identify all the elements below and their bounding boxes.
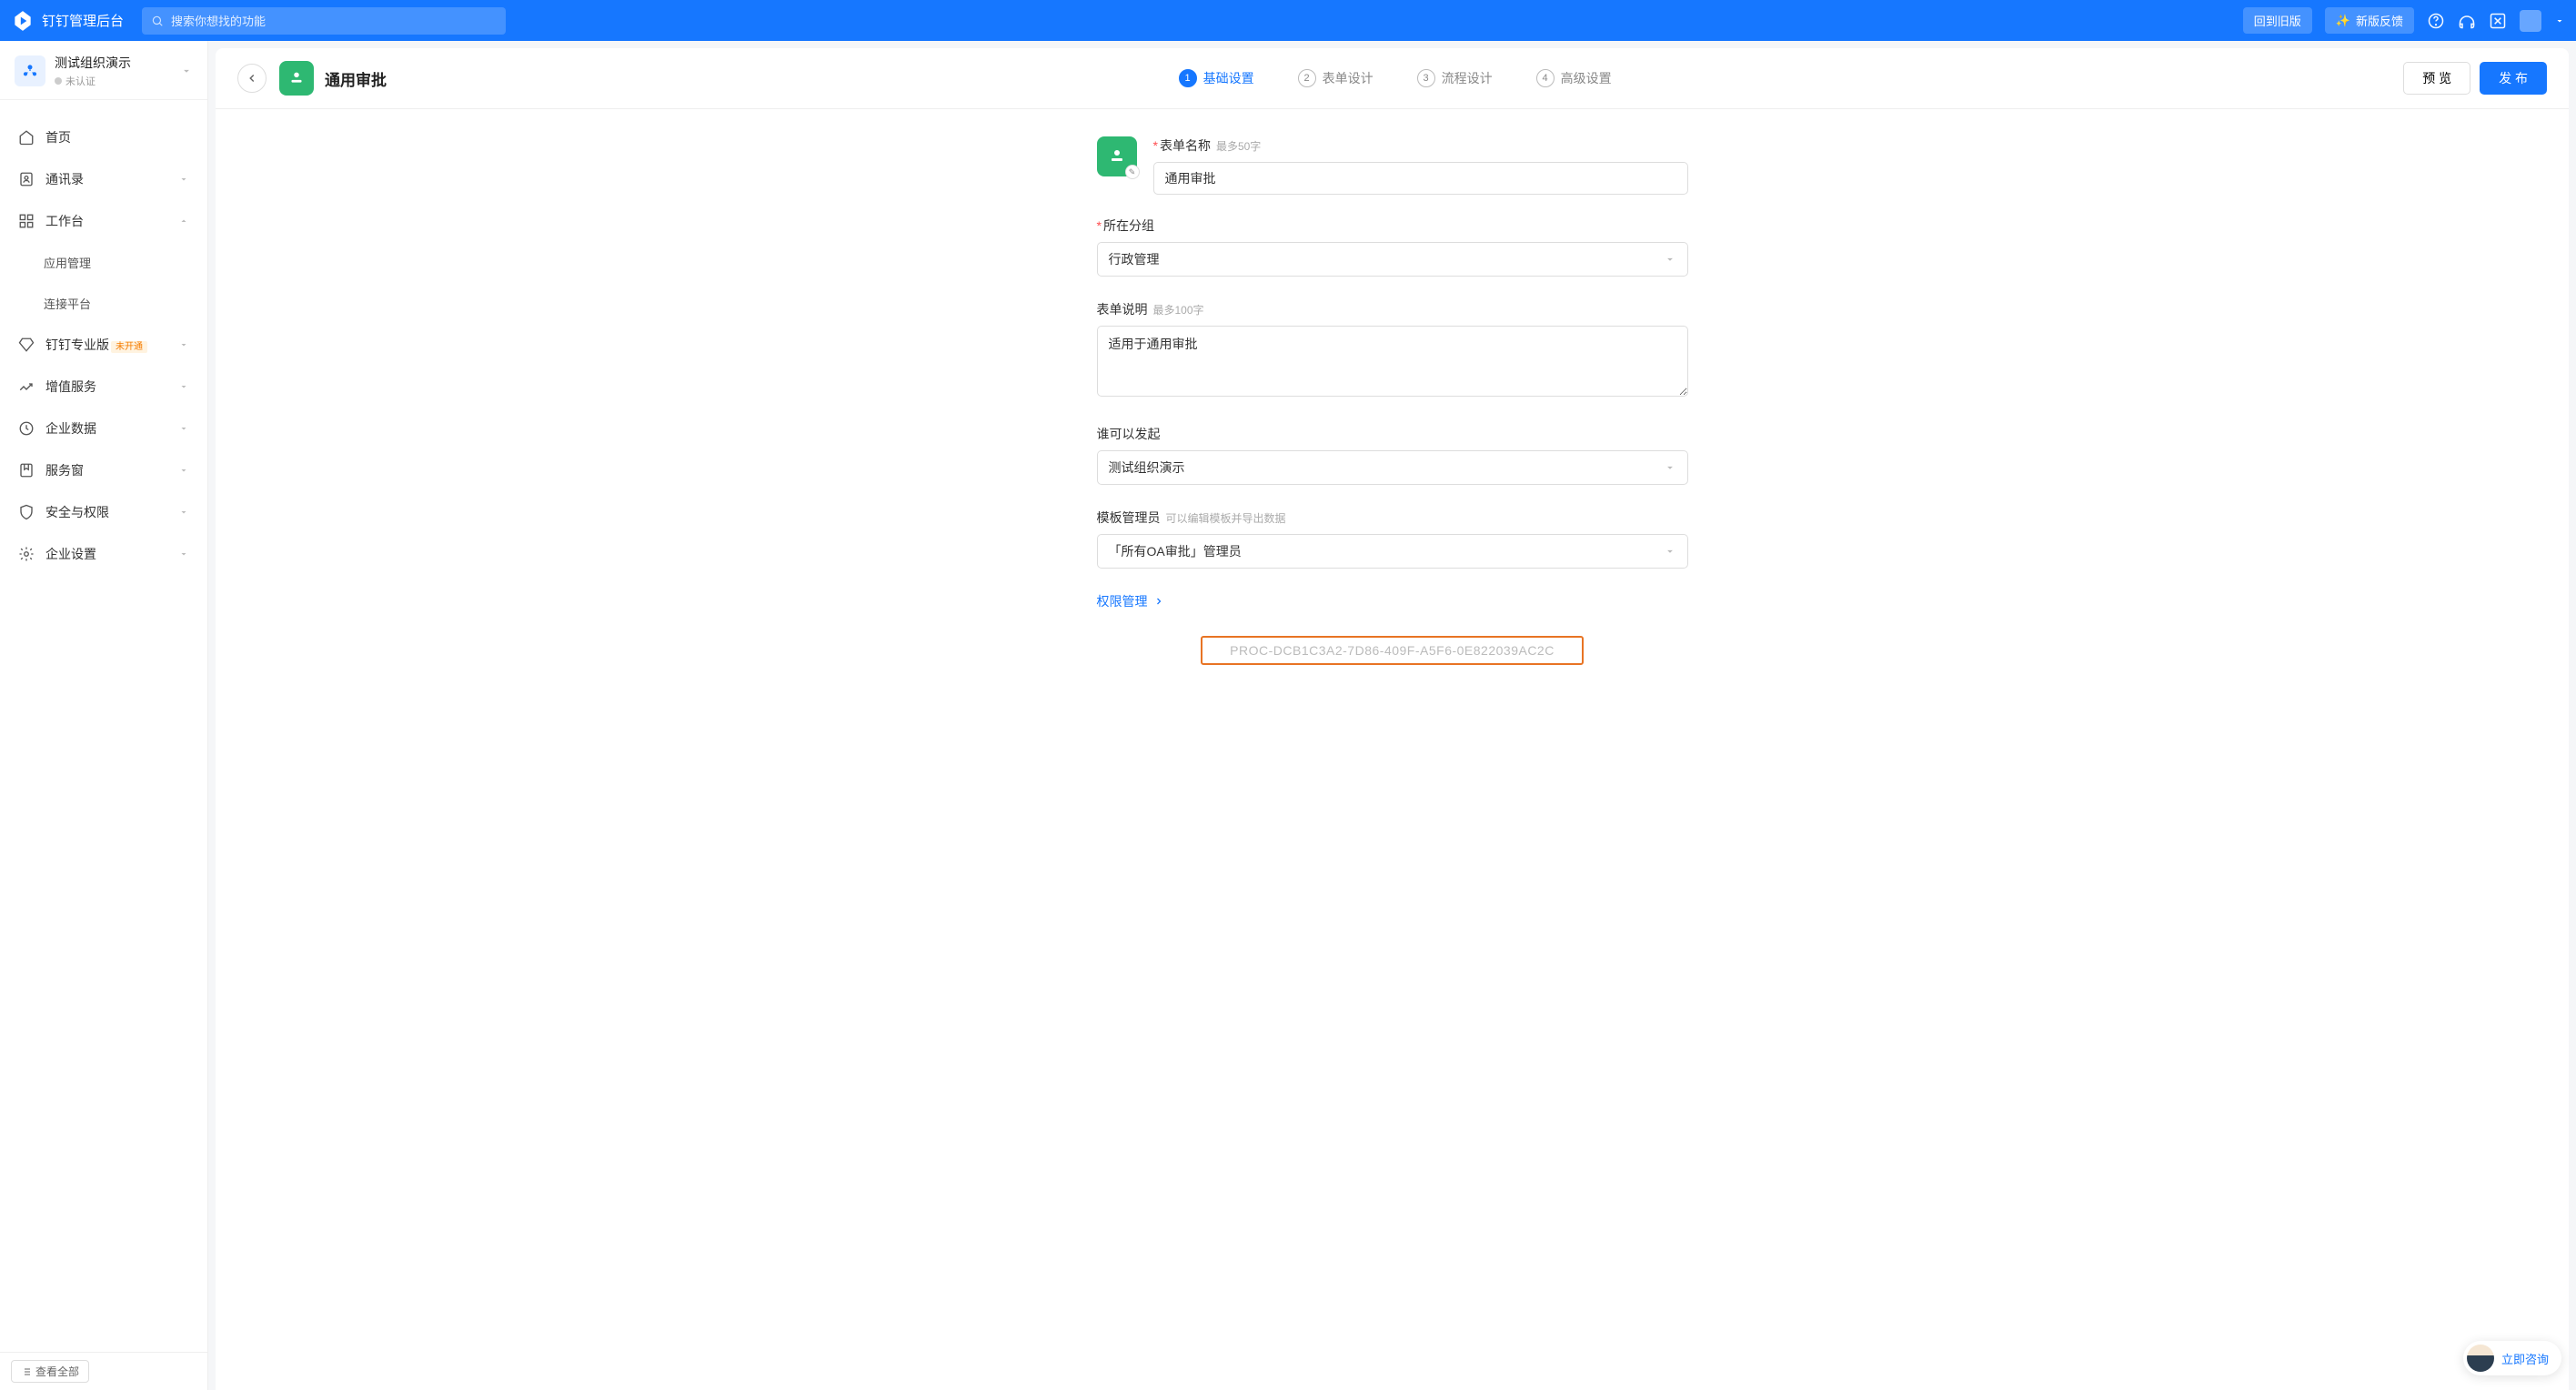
old-version-button[interactable]: 回到旧版 [2243,7,2312,34]
edit-icon: ✎ [1125,165,1140,179]
nav-security[interactable]: 安全与权限 [0,491,207,533]
sparkle-icon: ✨ [2336,14,2350,28]
nav-workbench[interactable]: 工作台 [0,200,207,242]
chevron-down-icon [1664,461,1676,474]
chevron-right-icon [1153,596,1164,607]
gear-icon [18,546,35,562]
chevron-down-icon [1664,253,1676,266]
top-bar: 钉钉管理后台 搜索你想找的功能 回到旧版 ✨ 新版反馈 [0,0,2576,41]
chevron-down-icon [180,65,193,77]
stamp-icon [1106,146,1128,167]
consult-avatar-icon [2467,1345,2494,1372]
nav-home[interactable]: 首页 [0,116,207,158]
brand-name: 钉钉管理后台 [42,11,124,30]
list-icon [21,1366,32,1377]
org-icon [15,55,45,86]
org-switcher[interactable]: 测试组织演示 未认证 [0,41,207,100]
chevron-down-icon [178,381,189,392]
bookmark-icon [18,462,35,478]
chevron-up-icon [178,216,189,227]
search-input[interactable]: 搜索你想找的功能 [142,7,506,35]
preview-button[interactable]: 预 览 [2403,62,2470,95]
steps: 1 基础设置 2 表单设计 3 流程设计 4 高级设置 [387,69,2403,87]
chevron-down-icon[interactable] [2554,15,2565,26]
form-icon-picker[interactable]: ✎ [1097,136,1137,176]
step-advanced[interactable]: 4 高级设置 [1536,69,1612,87]
form-body: ✎ *表单名称 最多50字 *所在分组 [216,109,2569,1390]
page-header: 通用审批 1 基础设置 2 表单设计 3 流程设计 4 高级设置 [216,48,2569,109]
grid-icon [18,213,35,229]
chevron-down-icon [178,549,189,559]
chevron-down-icon [178,507,189,518]
group-label: *所在分组 [1097,217,1688,235]
nav-pro[interactable]: 钉钉专业版未开通 [0,324,207,366]
permission-link[interactable]: 权限管理 [1097,592,1688,610]
form-type-icon [279,61,314,96]
nav-settings[interactable]: 企业设置 [0,533,207,575]
process-id: PROC-DCB1C3A2-7D86-409F-A5F6-0E822039AC2… [1201,636,1584,665]
initiator-select[interactable]: 测试组织演示 [1097,450,1688,485]
badge-not-enabled: 未开通 [111,341,147,353]
step-basic[interactable]: 1 基础设置 [1179,69,1254,87]
admin-select[interactable]: 「所有OA审批」管理员 [1097,534,1688,569]
search-icon [151,15,164,27]
chevron-down-icon [178,339,189,350]
view-all-button[interactable]: 查看全部 [11,1360,89,1383]
chevron-down-icon [1664,545,1676,558]
chevron-down-icon [178,465,189,476]
support-icon[interactable] [2458,12,2476,30]
chevron-left-icon [246,72,258,85]
nav-connect-platform[interactable]: 连接平台 [0,283,207,324]
feedback-button[interactable]: ✨ 新版反馈 [2325,7,2414,34]
diamond-icon [18,337,35,353]
org-name: 测试组织演示 [55,54,171,72]
user-avatar[interactable] [2520,10,2541,32]
nav-contacts[interactable]: 通讯录 [0,158,207,200]
chart-icon [18,378,35,395]
consult-widget[interactable]: 立即咨询 [2463,1341,2561,1375]
contacts-icon [18,171,35,187]
sidebar: 测试组织演示 未认证 首页 通讯录 工作台 应用管理 [0,41,208,1390]
help-icon[interactable] [2427,12,2445,30]
dingtalk-logo-icon [11,9,35,33]
step-process[interactable]: 3 流程设计 [1417,69,1493,87]
publish-button[interactable]: 发 布 [2480,62,2547,95]
clock-icon [18,420,35,437]
nav-data[interactable]: 企业数据 [0,408,207,449]
step-form-design[interactable]: 2 表单设计 [1298,69,1374,87]
desc-label: 表单说明 最多100字 [1097,300,1688,318]
desc-textarea[interactable] [1097,326,1688,397]
admin-label: 模板管理员 可以编辑模板并导出数据 [1097,509,1688,527]
group-select[interactable]: 行政管理 [1097,242,1688,277]
home-icon [18,129,35,146]
back-button[interactable] [237,64,267,93]
form-name-input[interactable] [1153,162,1688,195]
shield-icon [18,504,35,520]
fullscreen-icon[interactable] [2489,12,2507,30]
chevron-down-icon [178,423,189,434]
nav-list: 首页 通讯录 工作台 应用管理 连接平台 钉钉专业版未开通 [0,100,207,1352]
chevron-down-icon [178,174,189,185]
page-title: 通用审批 [325,67,387,90]
nav-services[interactable]: 增值服务 [0,366,207,408]
initiator-label: 谁可以发起 [1097,425,1688,443]
org-status: 未认证 [55,74,171,88]
nav-service-window[interactable]: 服务窗 [0,449,207,491]
form-name-label: *表单名称 最多50字 [1153,136,1688,155]
nav-app-manage[interactable]: 应用管理 [0,242,207,283]
